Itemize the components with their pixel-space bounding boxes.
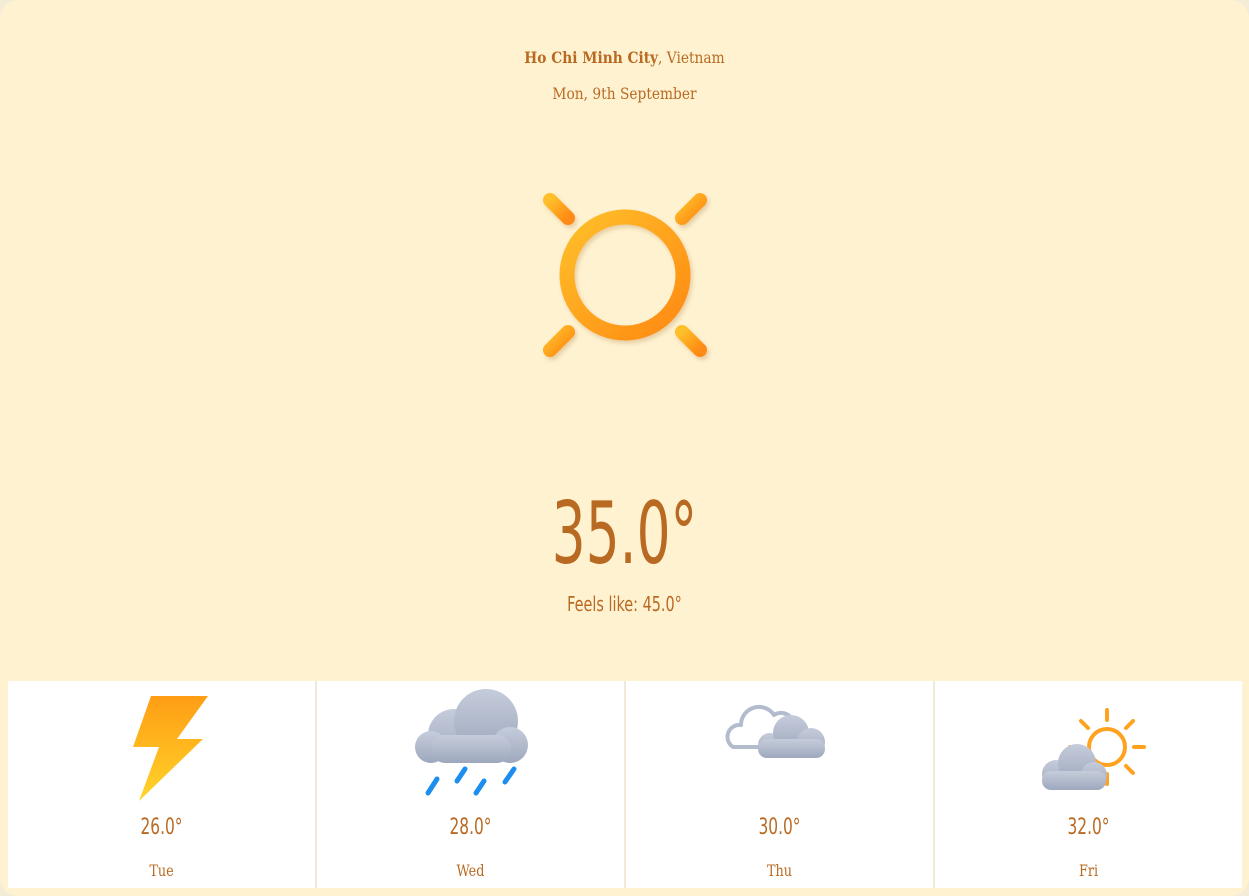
forecast-strip: 26.0° Tue 28.0° Wed 30.0° Thu 32.0° Fri (8, 681, 1242, 888)
city-name: Ho Chi Minh City (524, 48, 659, 67)
current-temperature: 35.0° (551, 484, 698, 584)
forecast-day-thu[interactable]: 30.0° Thu (626, 681, 935, 888)
forecast-day-name: Wed (456, 861, 485, 880)
current-date: Mon, 9th September (552, 84, 697, 103)
forecast-day-name: Thu (766, 861, 793, 880)
location-label: Ho Chi Minh City, Vietnam (87, 48, 1161, 67)
forecast-temp: 32.0° (1067, 815, 1110, 840)
forecast-day-wed[interactable]: 28.0° Wed (317, 681, 626, 888)
lightning-icon (132, 696, 208, 801)
weather-card: Ho Chi Minh City, Vietnam Mon, 9th Septe… (0, 0, 1249, 896)
forecast-day-name: Fri (1078, 861, 1099, 880)
sun-icon (513, 163, 737, 387)
forecast-day-tue[interactable]: 26.0° Tue (8, 681, 317, 888)
forecast-day-name: Tue (149, 861, 174, 880)
forecast-temp: 28.0° (449, 815, 492, 840)
location-separator: , (658, 48, 667, 67)
forecast-temp: 26.0° (140, 815, 183, 840)
rain-cloud-icon (414, 689, 528, 796)
cloudy-icon (725, 704, 825, 758)
forecast-day-fri[interactable]: 32.0° Fri (935, 681, 1242, 888)
feels-like-label: Feels like: 45.0° (567, 592, 682, 616)
forecast-temp: 30.0° (758, 815, 801, 840)
country-name: Vietnam (666, 48, 725, 67)
partly-sunny-icon (1041, 708, 1146, 790)
